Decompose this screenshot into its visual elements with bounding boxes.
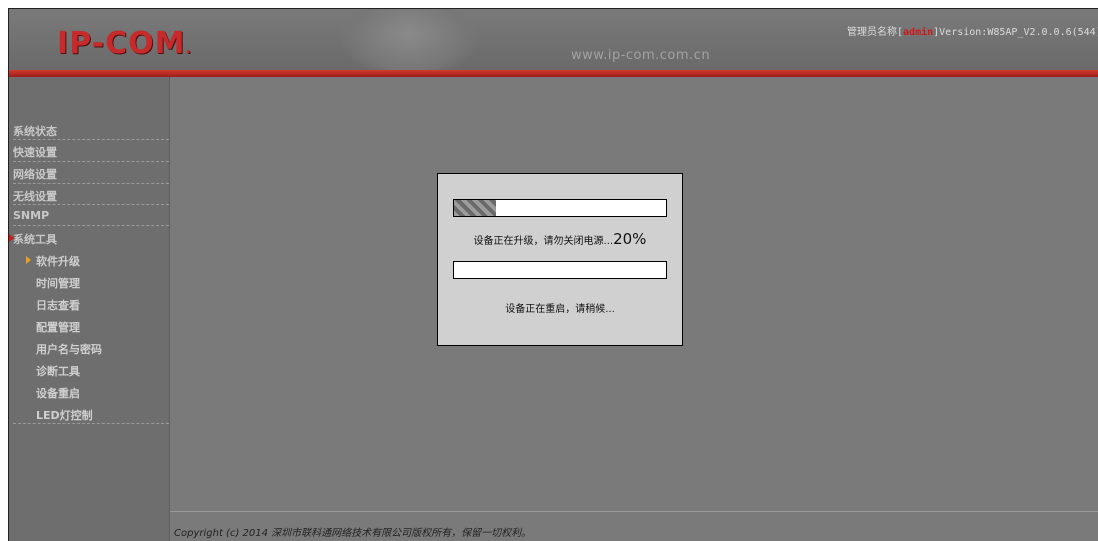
header: IP-COM. www.ip-com.com.cn 管理员名称[admin]Ve… xyxy=(9,9,1098,70)
sidebar-subitem-diagnostic-tools[interactable]: 诊断工具 xyxy=(36,363,80,379)
sidebar-item-label: 快速设置 xyxy=(13,146,57,159)
admin-name: admin xyxy=(903,27,934,38)
ip-com-logo: IP-COM. xyxy=(57,26,192,61)
upgrade-progress-dialog: 设备正在升级，请勿关闭电源...20% 设备正在重启，请稍候... xyxy=(437,173,683,346)
copyright-footer: Copyright (c) 2014 深圳市联科通网络技术有限公司版权所有，保留… xyxy=(174,528,532,539)
router-admin-window: IP-COM. www.ip-com.com.cn 管理员名称[admin]Ve… xyxy=(8,8,1098,541)
sidebar-item-label: 系统工具 xyxy=(13,233,57,246)
upgrade-message: 设备正在升级，请勿关闭电源... xyxy=(473,236,614,247)
sidebar-item-wireless-settings[interactable]: 无线设置 xyxy=(13,188,165,204)
upgrade-progress-fill xyxy=(454,200,497,216)
footer-divider xyxy=(170,511,1098,512)
globe-decoration xyxy=(339,9,479,70)
divider xyxy=(13,225,169,226)
divider xyxy=(13,161,169,162)
sidebar-item-system-status[interactable]: 系统状态 xyxy=(13,123,165,139)
sidebar-item-label: SNMP xyxy=(13,209,50,222)
logo-text: IP-COM xyxy=(57,26,186,61)
reboot-status-text: 设备正在重启，请稍候... xyxy=(505,304,615,315)
upgrade-percent: 20% xyxy=(613,230,647,248)
header-red-bar xyxy=(9,70,1098,77)
sidebar-subitem-time-management[interactable]: 时间管理 xyxy=(36,275,80,291)
sidebar-subitem-config-management[interactable]: 配置管理 xyxy=(36,319,80,335)
sidebar-item-quick-setup[interactable]: 快速设置 xyxy=(13,144,165,160)
divider xyxy=(13,423,169,424)
sidebar-item-label: 系统状态 xyxy=(13,125,57,138)
admin-version-info: 管理员名称[admin]Version:W85AP_V2.0.0.6(544) xyxy=(847,23,1098,38)
divider xyxy=(13,139,169,140)
logo-dot: . xyxy=(185,41,192,57)
sidebar-item-system-tools[interactable]: 系统工具 xyxy=(13,231,165,247)
reboot-progress-bar xyxy=(453,261,667,279)
admin-prefix: 管理员名称[ xyxy=(847,27,904,38)
sidebar-item-network-settings[interactable]: 网络设置 xyxy=(13,166,165,182)
active-arrow-icon xyxy=(26,256,31,264)
upgrade-status-text: 设备正在升级，请勿关闭电源...20% xyxy=(438,230,682,248)
sidebar-subitem-username-password[interactable]: 用户名与密码 xyxy=(36,341,102,357)
sidebar-subitem-log-view[interactable]: 日志查看 xyxy=(36,297,80,313)
sidebar: 系统状态 快速设置 网络设置 无线设置 SNMP 系统工具 软件升级 时间管理 … xyxy=(9,77,169,541)
divider xyxy=(13,204,169,205)
divider xyxy=(13,183,169,184)
sidebar-subitem-firmware-upgrade[interactable]: 软件升级 xyxy=(36,253,80,269)
sidebar-item-label: 网络设置 xyxy=(13,168,57,181)
sidebar-subitem-led-control[interactable]: LED灯控制 xyxy=(36,407,93,423)
sidebar-item-snmp[interactable]: SNMP xyxy=(13,209,165,222)
sidebar-item-label: 无线设置 xyxy=(13,190,57,203)
upgrade-progress-bar xyxy=(453,199,667,217)
version-text: ]Version:W85AP_V2.0.0.6(544) xyxy=(933,27,1098,38)
header-url: www.ip-com.com.cn xyxy=(571,48,711,63)
sidebar-subitem-device-reboot[interactable]: 设备重启 xyxy=(36,385,80,401)
